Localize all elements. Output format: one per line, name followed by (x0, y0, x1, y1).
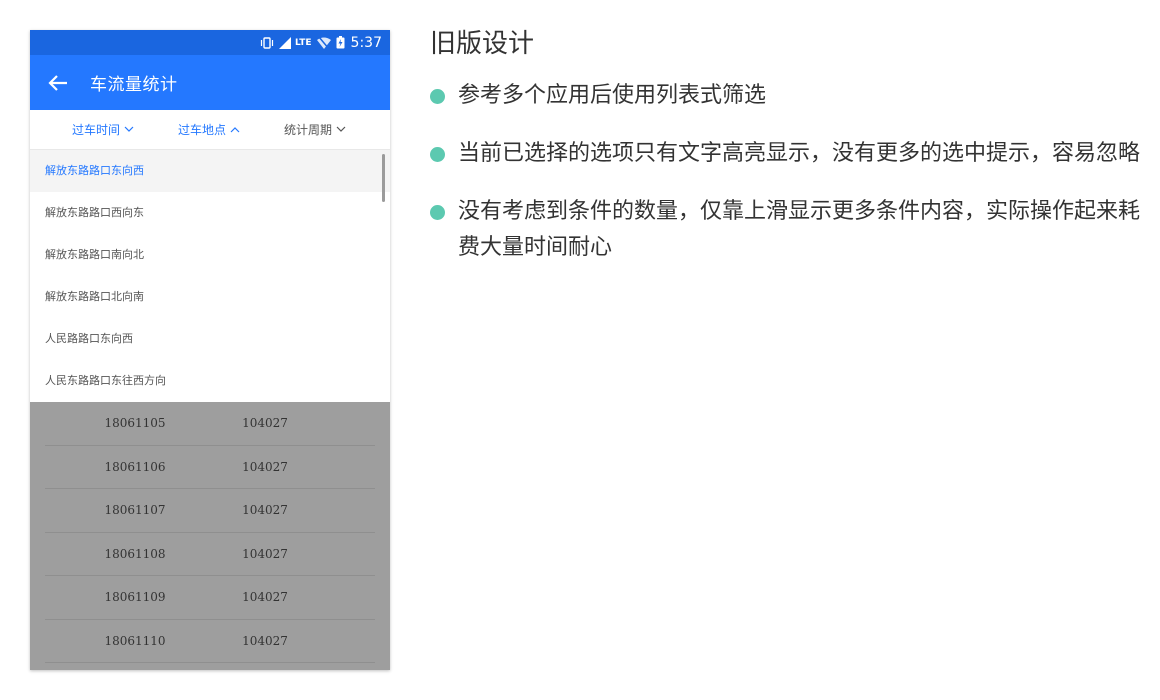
table-row: 18061110 104027 (45, 620, 375, 663)
bullet-dot-icon (430, 205, 445, 220)
network-type-label: LTE (295, 37, 312, 48)
table-cell: 18061108 (104, 546, 166, 561)
table-row: 18061109 104027 (45, 576, 375, 620)
table-cell: 104027 (242, 459, 288, 474)
signal-icon (279, 36, 291, 49)
filter-stat-period[interactable]: 统计周期 (284, 121, 346, 138)
table-cell: 18061105 (104, 416, 166, 431)
filter-pass-time[interactable]: 过车时间 (72, 121, 134, 138)
option-item-selected[interactable]: 解放东路路口东向西 (30, 150, 390, 192)
phone-screenshot: LTE 5:37 车流量统计 过车时间 过车地点 统计周期 解放东路路口东向西 … (30, 30, 390, 670)
table-row: 18061106 104027 (45, 446, 375, 489)
chevron-up-icon (230, 126, 240, 133)
table-cell: 104027 (242, 546, 288, 561)
location-options-list: 解放东路路口东向西 解放东路路口西向东 解放东路路口南向北 解放东路路口北向南 … (30, 150, 390, 402)
option-item[interactable]: 解放东路路口西向东 (30, 192, 390, 234)
arrow-back-icon[interactable] (48, 72, 70, 94)
note-text: 当前已选择的选项只有文字高亮显示，没有更多的选中提示，容易忽略 (458, 141, 1141, 166)
table-cell: 18061110 (104, 633, 166, 648)
table-cell: 104027 (242, 416, 288, 431)
table-row: 18061105 104027 (45, 402, 375, 446)
bullet-dot-icon (430, 147, 445, 162)
table-row: 18061107 104027 (45, 489, 375, 533)
filter-pass-location[interactable]: 过车地点 (178, 121, 240, 138)
note-bullet: 参考多个应用后使用列表式筛选 (430, 78, 1140, 114)
filter-bar: 过车时间 过车地点 统计周期 (30, 110, 390, 150)
option-item[interactable]: 解放东路路口北向南 (30, 276, 390, 318)
status-time: 5:37 (350, 34, 382, 51)
note-text: 没有考虑到条件的数量，仅靠上滑显示更多条件内容，实际操作起来耗费大量时间耐心 (458, 199, 1141, 260)
chevron-down-icon (124, 126, 134, 133)
chevron-down-icon (336, 126, 346, 133)
option-item[interactable]: 解放东路路口南向北 (30, 234, 390, 276)
app-title: 车流量统计 (90, 75, 178, 95)
notes-title: 旧版设计 (430, 29, 535, 59)
table-row: 18061108 104027 (45, 533, 375, 576)
vibrate-icon (260, 36, 274, 49)
table-cell: 104027 (242, 503, 288, 518)
note-bullet: 当前已选择的选项只有文字高亮显示，没有更多的选中提示，容易忽略 (430, 136, 1140, 172)
note-bullet: 没有考虑到条件的数量，仅靠上滑显示更多条件内容，实际操作起来耗费大量时间耐心 (430, 194, 1140, 266)
note-text: 参考多个应用后使用列表式筛选 (458, 83, 767, 108)
app-bar: 车流量统计 (30, 55, 390, 110)
battery-icon (336, 36, 345, 49)
filter-label: 过车时间 (72, 123, 121, 137)
wifi-icon (316, 36, 331, 49)
filter-label: 过车地点 (178, 123, 227, 137)
design-notes: 旧版设计 参考多个应用后使用列表式筛选 当前已选择的选项只有文字高亮显示，没有更… (430, 24, 1140, 266)
option-item[interactable]: 人民路路口东向西 (30, 318, 390, 360)
table-cell: 18061106 (104, 459, 166, 474)
table-cell: 104027 (242, 590, 288, 605)
table-cell: 18061107 (104, 503, 166, 518)
dimmed-background-table[interactable]: 18061105 104027 18061106 104027 18061107… (30, 402, 390, 670)
table-cell: 18061109 (104, 590, 166, 605)
filter-label: 统计周期 (284, 123, 333, 137)
table-cell: 104027 (242, 633, 288, 648)
scrollbar[interactable] (382, 154, 385, 202)
option-item[interactable]: 人民东路路口东往西方向 (30, 360, 390, 402)
status-bar: LTE 5:37 (30, 30, 390, 55)
bullet-dot-icon (430, 89, 445, 104)
